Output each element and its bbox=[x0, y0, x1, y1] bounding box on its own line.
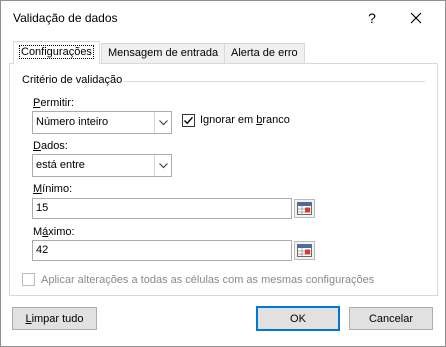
apply-to-all-label: Aplicar alterações a todas as células co… bbox=[41, 274, 375, 286]
clear-all-text: impar tudo bbox=[31, 312, 84, 325]
data-label-accel: D bbox=[33, 140, 41, 152]
data-label-text: ados: bbox=[40, 140, 68, 152]
ignore-blank-label-pre: Ignorar em bbox=[200, 114, 257, 126]
allow-label-text: ermitir: bbox=[40, 97, 74, 109]
ignore-blank-label[interactable]: Ignorar em branco bbox=[200, 114, 290, 126]
cancel-button[interactable]: Cancelar bbox=[349, 307, 433, 330]
maximum-value: 42 bbox=[36, 244, 49, 256]
data-operator-dropdown[interactable]: está entre bbox=[32, 154, 172, 177]
allow-label: Permitir: bbox=[33, 97, 74, 109]
data-validation-dialog: Validação de dados ? Configurações Mensa… bbox=[0, 0, 446, 347]
maximum-label-post: ximo: bbox=[48, 226, 75, 238]
tab-input-message-label: Mensagem de entrada bbox=[108, 47, 219, 59]
ignore-blank-checkbox[interactable] bbox=[182, 114, 195, 127]
allow-dropdown[interactable]: Número inteiro bbox=[32, 111, 172, 134]
checkmark-icon bbox=[184, 116, 194, 125]
minimum-label-accel: M bbox=[33, 183, 43, 195]
range-selector-icon bbox=[297, 202, 312, 215]
minimum-range-selector-button[interactable] bbox=[294, 199, 315, 218]
maximum-label: Máximo: bbox=[33, 226, 75, 238]
chevron-down-icon bbox=[158, 162, 168, 168]
allow-dropdown-arrow[interactable] bbox=[154, 112, 171, 133]
data-label: Dados: bbox=[33, 140, 68, 152]
data-operator-value: está entre bbox=[36, 159, 85, 171]
title-bar[interactable]: Validação de dados ? bbox=[1, 1, 445, 35]
minimum-value: 15 bbox=[36, 202, 49, 214]
close-icon bbox=[410, 12, 422, 24]
group-divider bbox=[123, 81, 425, 82]
validation-criteria-title: Critério de validação bbox=[22, 74, 123, 86]
data-operator-arrow[interactable] bbox=[154, 155, 171, 176]
tab-settings-label: Configurações bbox=[19, 45, 94, 59]
range-selector-icon bbox=[297, 244, 312, 257]
chevron-down-icon bbox=[158, 119, 168, 125]
minimum-input[interactable]: 15 bbox=[32, 198, 292, 219]
dialog-title: Validação de dados bbox=[13, 11, 118, 25]
tab-input-message[interactable]: Mensagem de entrada bbox=[101, 43, 226, 63]
allow-dropdown-value: Número inteiro bbox=[36, 116, 109, 128]
clear-all-button[interactable]: Limpar tudo bbox=[12, 307, 97, 330]
maximum-range-selector-button[interactable] bbox=[294, 241, 315, 260]
maximum-input[interactable]: 42 bbox=[32, 240, 292, 261]
maximum-label-pre: M bbox=[33, 226, 43, 238]
apply-to-all-checkbox[interactable] bbox=[22, 273, 35, 286]
tab-settings[interactable]: Configurações bbox=[13, 41, 100, 64]
close-button[interactable] bbox=[401, 5, 431, 31]
minimum-label: Mínimo: bbox=[33, 183, 72, 195]
minimum-label-text: ínimo: bbox=[42, 183, 73, 195]
ignore-blank-label-post: ranco bbox=[262, 114, 290, 126]
tab-error-alert[interactable]: Alerta de erro bbox=[224, 43, 305, 63]
tab-error-alert-label: Alerta de erro bbox=[231, 47, 298, 59]
help-button[interactable]: ? bbox=[359, 5, 385, 31]
ok-button[interactable]: OK bbox=[256, 306, 340, 331]
